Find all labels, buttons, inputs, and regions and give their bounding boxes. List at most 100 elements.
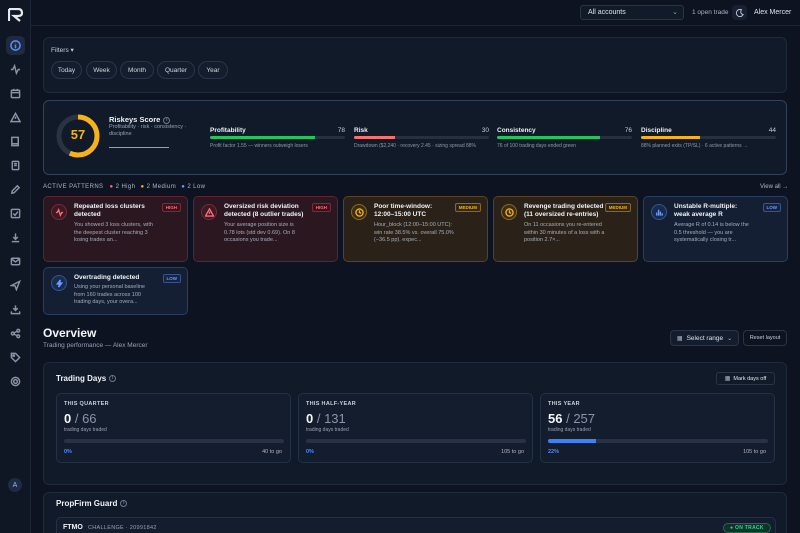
metric-note: Drawdown ($2,240 · recovery 2.45 · sizin… <box>354 142 477 149</box>
progress-percent: 22% <box>548 449 560 455</box>
info-icon[interactable]: i <box>120 500 128 508</box>
import-icon[interactable] <box>6 300 25 319</box>
pattern-desc: Using your personal baseline from 160 tr… <box>74 284 145 305</box>
activity-icon <box>51 204 67 220</box>
pattern-title: Repeated loss clusters detected <box>74 203 145 218</box>
user-name[interactable]: Alex Mercer <box>754 9 791 16</box>
clock-icon <box>351 204 367 220</box>
progress-bar <box>64 439 284 443</box>
propfirm-name: FTMO <box>63 524 83 531</box>
mail-icon[interactable] <box>6 252 25 271</box>
metric-risk[interactable]: Risk 30 Drawdown ($2,240 · recovery 2.45 … <box>354 127 489 149</box>
info-icon[interactable]: i <box>109 375 117 383</box>
score-subtitle: Profitability · risk · consistency · dis… <box>109 124 187 137</box>
count-low: 2 Low <box>187 184 206 190</box>
filters-label: Filters <box>51 47 69 54</box>
info-icon[interactable]: i <box>163 116 171 124</box>
low-dot-icon: ● <box>181 184 186 190</box>
share-icon[interactable] <box>6 324 25 343</box>
calendar-icon: ▦ <box>724 376 731 382</box>
score-underline <box>109 147 169 148</box>
trading-days-title: Trading Days i <box>56 374 117 383</box>
filter-week[interactable]: Week <box>86 61 117 79</box>
calendar-icon: ▦ <box>676 335 683 342</box>
propfirm-account-card[interactable] <box>56 517 776 533</box>
account-select[interactable]: All accounts ⌄ <box>580 5 684 20</box>
metric-title: Discipline <box>641 127 672 134</box>
calendar-icon[interactable] <box>6 84 25 103</box>
status-badge: ● ON TRACK <box>723 523 771 533</box>
status-label: ON TRACK <box>735 525 764 531</box>
mark-days-off-label: Mark days off <box>733 375 767 382</box>
pen-icon[interactable] <box>6 180 25 199</box>
notebook-icon[interactable] <box>6 156 25 175</box>
metric-value: 78 <box>337 127 345 134</box>
pattern-card[interactable]: Repeated loss clusters detected You show… <box>43 196 188 262</box>
select-range-button[interactable]: ▦ Select range ⌄ <box>670 330 739 346</box>
lightning-icon <box>51 275 67 291</box>
filter-year[interactable]: Year <box>198 61 228 79</box>
pattern-desc: You showed 3 loss clusters, with the dee… <box>74 222 153 243</box>
warning-icon <box>201 204 217 220</box>
app-logo[interactable] <box>8 8 24 22</box>
days-to-go: 40 to go <box>262 449 282 455</box>
period-label: THIS QUARTER <box>64 401 109 407</box>
download-icon[interactable] <box>6 228 25 247</box>
reset-layout-button[interactable]: Reset layout <box>743 330 787 346</box>
filter-month[interactable]: Month <box>120 61 154 79</box>
metric-bar <box>210 136 345 139</box>
period-label: THIS HALF-YEAR <box>306 401 357 407</box>
trading-days-card-year: THIS YEAR 56 / 257 trading days traded 2… <box>540 393 775 463</box>
mark-days-off-button[interactable]: ▦ Mark days off <box>716 372 775 385</box>
settings-icon[interactable] <box>6 372 25 391</box>
filter-quarter[interactable]: Quarter <box>157 61 195 79</box>
metric-bar <box>354 136 489 139</box>
metric-value: 76 <box>624 127 632 134</box>
patterns-header: ACTIVE PATTERNS ● 2 High ● 2 Medium ● 2 … <box>43 184 205 190</box>
activity-icon[interactable] <box>6 60 25 79</box>
severity-badge: LOW <box>162 274 181 283</box>
metric-title: Consistency <box>497 127 536 134</box>
book-icon[interactable] <box>6 132 25 151</box>
pattern-title: Oversized risk deviation detected (8 out… <box>224 203 304 218</box>
metric-profitability[interactable]: Profitability 78 Profit factor 1.55 — win… <box>210 127 345 149</box>
view-all-link[interactable]: View all → <box>760 184 788 190</box>
info-icon[interactable] <box>6 36 25 55</box>
pattern-card[interactable]: Overtrading detected Using your personal… <box>43 267 188 315</box>
score-title: Riskeys Score i <box>109 115 171 124</box>
days-count: 0 / 131 <box>306 411 346 426</box>
days-label: trading days traded <box>64 427 107 433</box>
tag-icon[interactable] <box>6 348 25 367</box>
bar-chart-icon <box>651 204 667 220</box>
filter-today[interactable]: Today <box>51 61 82 79</box>
pattern-title: Overtrading detected <box>74 274 140 281</box>
theme-toggle-button[interactable] <box>732 5 747 20</box>
propfirm-guard-title: PropFirm Guard i <box>56 499 128 508</box>
checklist-icon[interactable] <box>6 204 25 223</box>
metric-bar <box>497 136 632 139</box>
days-to-go: 105 to go <box>743 449 766 455</box>
send-icon[interactable] <box>6 276 25 295</box>
pattern-card[interactable]: Revenge trading detected (11 oversized r… <box>493 196 638 262</box>
page-subtitle: Trading performance — Alex Mercer <box>43 342 148 349</box>
days-count: 56 / 257 <box>548 411 596 426</box>
warning-icon[interactable] <box>6 108 25 127</box>
open-trade-indicator[interactable]: 1 open trade <box>692 9 729 16</box>
period-label: THIS YEAR <box>548 401 580 407</box>
sidebar: A <box>0 0 31 533</box>
filters-toggle[interactable]: Filters ▾ <box>51 46 74 54</box>
pattern-card[interactable]: Poor time-window: 12:00–15:00 UTC Hour_b… <box>343 196 488 262</box>
caret-down-icon: ▾ <box>70 47 74 54</box>
metric-consistency[interactable]: Consistency 76 76 of 100 trading days end… <box>497 127 632 149</box>
metric-bar <box>641 136 776 139</box>
pattern-card[interactable]: Oversized risk deviation detected (8 out… <box>193 196 338 262</box>
severity-badge: MEDIUM <box>454 203 481 212</box>
avatar[interactable]: A <box>8 478 22 492</box>
metric-value: 44 <box>768 127 776 134</box>
metric-discipline[interactable]: Discipline 44 88% planned exits (TP/SL) ·… <box>641 127 776 149</box>
pattern-title: Poor time-window: 12:00–15:00 UTC <box>374 203 433 218</box>
severity-badge: HIGH <box>311 203 331 212</box>
topbar <box>31 0 800 26</box>
pattern-card[interactable]: Unstable R-multiple: weak average R Aver… <box>643 196 788 262</box>
filters-panel: Filters ▾ Today Week Month Quarter Year <box>43 37 787 93</box>
